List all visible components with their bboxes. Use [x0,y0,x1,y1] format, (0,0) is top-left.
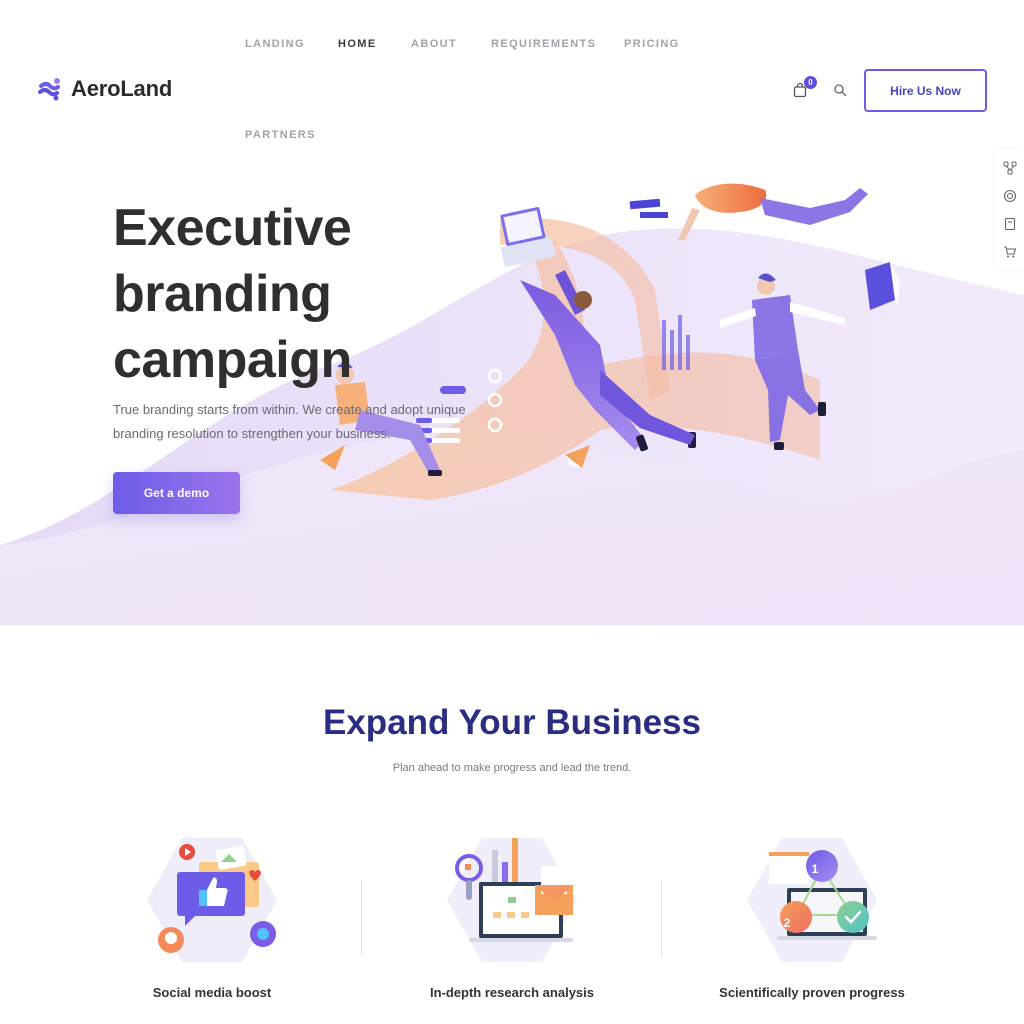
nav-item-partners[interactable]: PARTNERS [245,129,316,141]
hero-title-line-2: branding [113,265,332,323]
feature-label: Scientifically proven progress [719,985,905,1000]
nav-item-requirements[interactable]: REQUIREMENTS [491,38,596,50]
feature-label: Social media boost [152,985,272,1000]
hero-subtitle: True branding starts from within. We cre… [113,402,466,441]
hero-title: Executive branding campaign [113,195,493,393]
feature-card-research-analysis[interactable]: In-depth research analysis [382,830,642,1010]
feature-card-social-media[interactable]: Social media boost [82,830,342,1010]
nav-item-pricing[interactable]: PRICING [624,38,680,50]
feature-card-proven-progress[interactable]: 1 2 Scientifically proven progress [682,830,942,1010]
nav-item-landing[interactable]: LANDING [245,38,305,50]
research-analysis-icon [447,838,577,962]
hero-title-line-1: Executive [113,199,352,257]
feature-divider [361,880,362,956]
hire-us-now-button[interactable]: Hire Us Now [864,69,987,112]
brand-name: AeroLand [71,76,173,101]
side-toolbar [995,150,1024,270]
get-a-demo-button[interactable]: Get a demo [113,472,240,514]
share-nodes-icon[interactable] [1003,161,1017,175]
search-icon[interactable] [833,83,847,97]
feature-divider [661,880,662,956]
book-icon[interactable] [1003,217,1017,231]
cart-icon[interactable] [1003,245,1017,259]
section-subtitle: Plan ahead to make progress and lead the… [392,762,632,774]
aeroland-logo-icon [38,78,60,101]
brand-logo[interactable]: AeroLand [37,76,172,102]
step-1-label: 1 [811,862,819,876]
lifebuoy-icon[interactable] [1003,189,1017,203]
hero-title-line-3: campaign [113,331,352,389]
nav-item-about[interactable]: ABOUT [411,38,457,50]
nav-item-home[interactable]: HOME [338,38,377,50]
feature-label: In-depth research analysis [429,985,594,1000]
social-media-icon [147,838,277,962]
step-2-label: 2 [783,916,791,930]
section-title: Expand Your Business [323,703,701,742]
cart-count-badge: 0 [804,76,817,89]
progress-steps-icon [747,838,877,962]
